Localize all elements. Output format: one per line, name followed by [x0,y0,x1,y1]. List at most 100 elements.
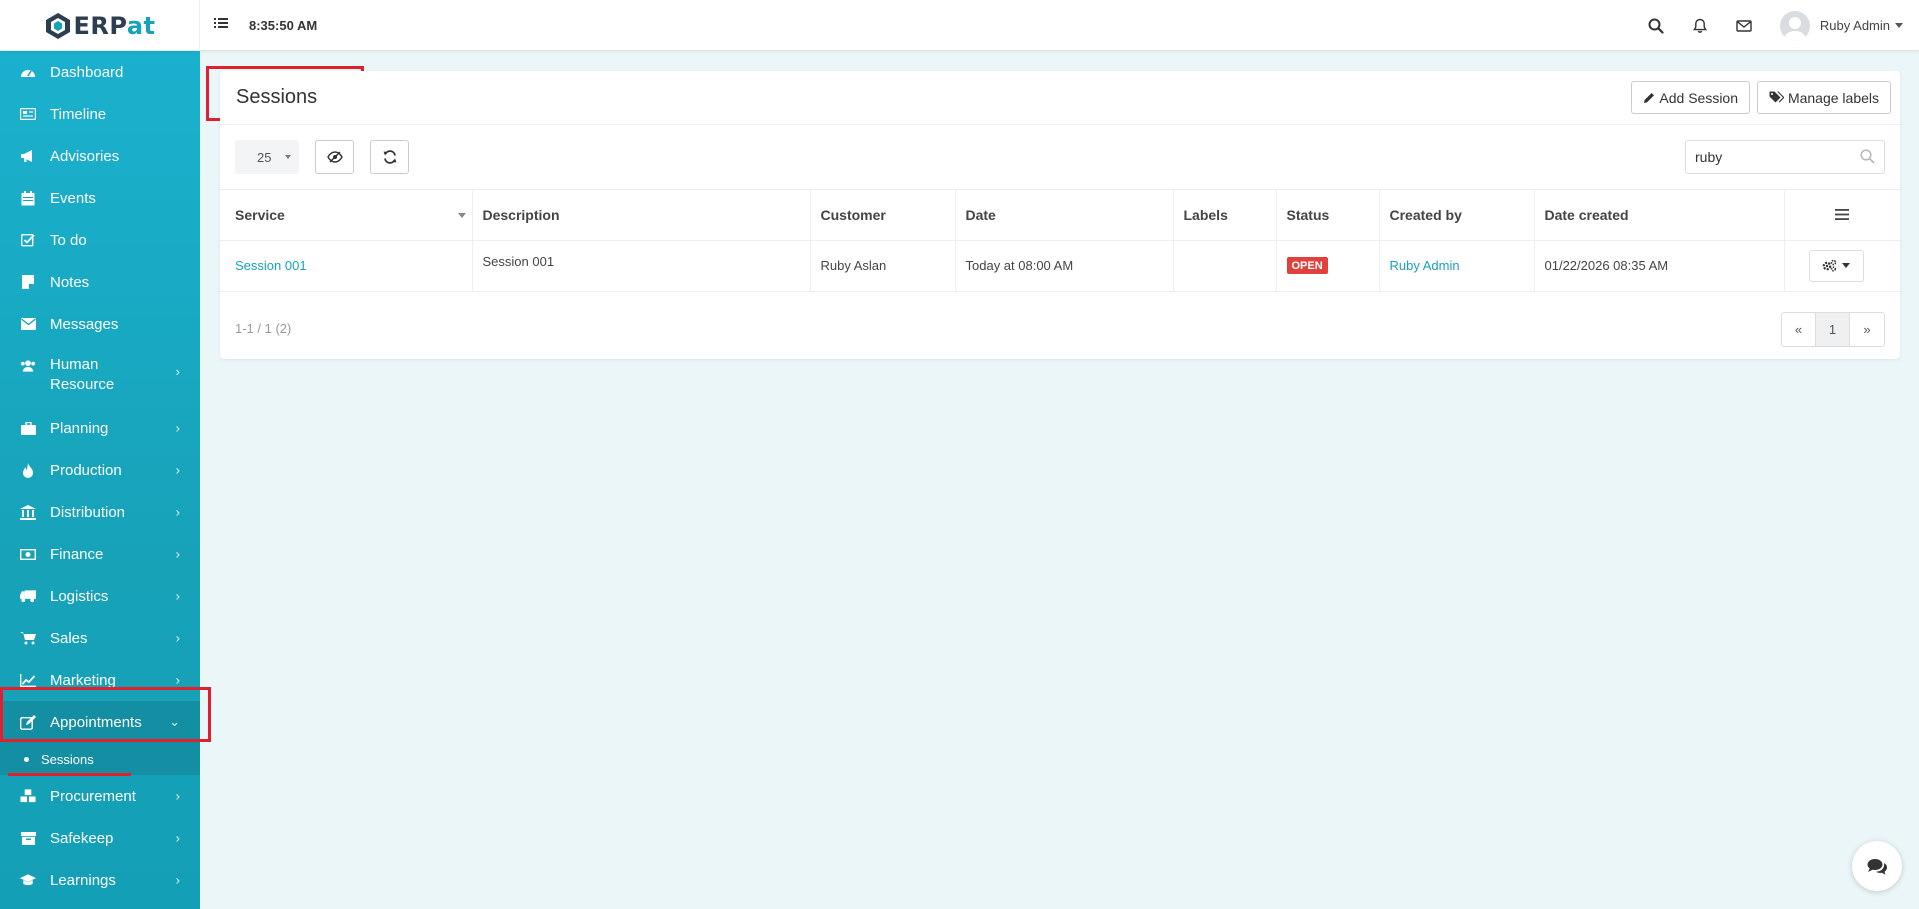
calendar-icon [20,190,36,206]
dashboard-icon [20,64,36,80]
users-icon [20,357,36,373]
sidebar-item-appointments[interactable]: Appointments ⌄ [0,701,200,743]
created-by-link[interactable]: Ruby Admin [1390,258,1460,273]
sidebar-item-label: Planning [50,419,109,437]
pagination-prev[interactable]: « [1782,312,1816,346]
column-header-customer[interactable]: Customer [810,190,956,241]
sidebar-item-safekeep[interactable]: Safekeep › [0,817,200,859]
sidebar-item-timeline[interactable]: Timeline [0,93,200,135]
pencil-icon [1644,92,1655,103]
sidebar-item-planning[interactable]: Planning › [0,407,200,449]
cell-customer: Ruby Aslan [810,240,956,292]
chat-button[interactable] [1852,841,1902,891]
pagination-page-1[interactable]: 1 [1816,312,1850,346]
card-header: Sessions Add Session Manage labels [220,71,1900,125]
briefcase-icon [20,420,36,436]
top-bar: ERPat 8:35:50 AM Ruby Admin [0,0,1919,51]
service-link[interactable]: Session 001 [235,258,307,273]
search-icon[interactable] [1646,16,1666,36]
column-header-description[interactable]: Description [472,190,811,241]
row-actions-button[interactable] [1808,249,1864,282]
column-header-labels[interactable]: Labels [1173,190,1277,241]
sidebar-item-advisories[interactable]: Advisories [0,135,200,177]
gears-icon [1822,259,1837,272]
sidebar-item-label: Logistics [50,587,109,605]
search-icon[interactable] [1860,149,1875,167]
chevron-right-icon: › [175,630,180,646]
sidebar-item-label: Safekeep [50,829,114,847]
sidebar-item-finance[interactable]: Finance › [0,533,200,575]
fire-icon [20,462,36,478]
sidebar-item-label: Appointments [50,713,142,731]
sidebar-item-distribution[interactable]: Distribution › [0,491,200,533]
column-header-created-by[interactable]: Created by [1379,190,1535,241]
sidebar-item-label: Timeline [50,105,107,123]
chevron-right-icon: › [175,504,180,520]
sidebar-item-label: Notes [50,273,90,291]
reload-button[interactable] [370,140,409,174]
sidebar-item-dashboard[interactable]: Dashboard [0,51,200,93]
chevron-right-icon: › [175,364,180,379]
sidebar-item-todo[interactable]: To do [0,219,200,261]
pagination-next[interactable]: » [1850,313,1884,346]
menu-toggle-icon[interactable] [214,16,232,34]
sidebar-item-sales[interactable]: Sales › [0,617,200,659]
truck-icon [20,588,36,604]
chevron-right-icon: › [175,830,180,846]
sidebar-item-production[interactable]: Production › [0,449,200,491]
sessions-table: Service Description Customer Date Labels… [220,190,1900,292]
column-header-service[interactable]: Service [220,190,473,241]
chart-icon [20,672,36,688]
bell-icon[interactable] [1690,16,1710,36]
sidebar-item-label: Marketing [50,671,116,689]
sidebar-item-events[interactable]: Events [0,177,200,219]
sidebar-item-notes[interactable]: Notes [0,261,200,303]
column-header-status[interactable]: Status [1276,190,1380,241]
cell-labels [1173,240,1277,292]
table-row: Session 001 Session 001 Ruby Aslan Today… [220,240,1900,292]
add-session-button[interactable]: Add Session [1631,81,1750,114]
column-visibility-button[interactable] [315,140,354,174]
column-header-date[interactable]: Date [955,190,1174,241]
chat-icon [1867,858,1887,875]
sidebar-item-procurement[interactable]: Procurement › [0,775,200,817]
page-size-select[interactable]: 25 [235,140,299,174]
manage-labels-button[interactable]: Manage labels [1756,81,1891,114]
table-header-row: Service Description Customer Date Labels… [220,190,1900,241]
chevron-right-icon: › [175,462,180,478]
sidebar-item-human-resource[interactable]: Human Resource › [0,345,200,407]
column-options-header[interactable] [1784,190,1900,241]
sidebar-subitem-sessions[interactable]: Sessions [0,743,200,775]
bullet-icon [24,756,29,762]
chevron-down-icon: ⌄ [169,714,180,729]
cubes-icon [20,788,36,804]
pagination-info: 1-1 / 1 (2) [235,320,292,336]
search-input[interactable] [1686,141,1846,173]
graduation-icon [20,872,36,888]
sidebar-item-marketing[interactable]: Marketing › [0,659,200,701]
sidebar-item-label: Production [50,461,122,479]
bullhorn-icon [20,148,36,164]
envelope-icon [20,316,36,332]
sidebar-item-logistics[interactable]: Logistics › [0,575,200,617]
checkbox-icon [20,232,36,248]
sidebar-item-learnings[interactable]: Learnings › [0,859,200,901]
tags-icon [1769,91,1784,103]
cell-actions [1784,240,1900,292]
cell-service[interactable]: Session 001 [220,240,473,292]
timeline-icon [20,106,36,122]
mail-icon[interactable] [1734,16,1754,36]
logo-mark-icon [45,12,70,39]
edit-icon [20,714,36,730]
column-header-date-created[interactable]: Date created [1534,190,1785,241]
chevron-right-icon: › [175,872,180,888]
user-name: Ruby Admin [1819,18,1890,33]
table-toolbar: 25 [220,125,1900,190]
page-title: Sessions [236,86,318,108]
sidebar-item-messages[interactable]: Messages [0,303,200,345]
status-badge: OPEN [1286,257,1328,274]
logo[interactable]: ERPat [0,0,200,51]
chevron-down-icon [1895,23,1903,28]
user-menu[interactable]: Ruby Admin [1779,10,1903,41]
sidebar-item-label: Procurement [50,787,136,805]
